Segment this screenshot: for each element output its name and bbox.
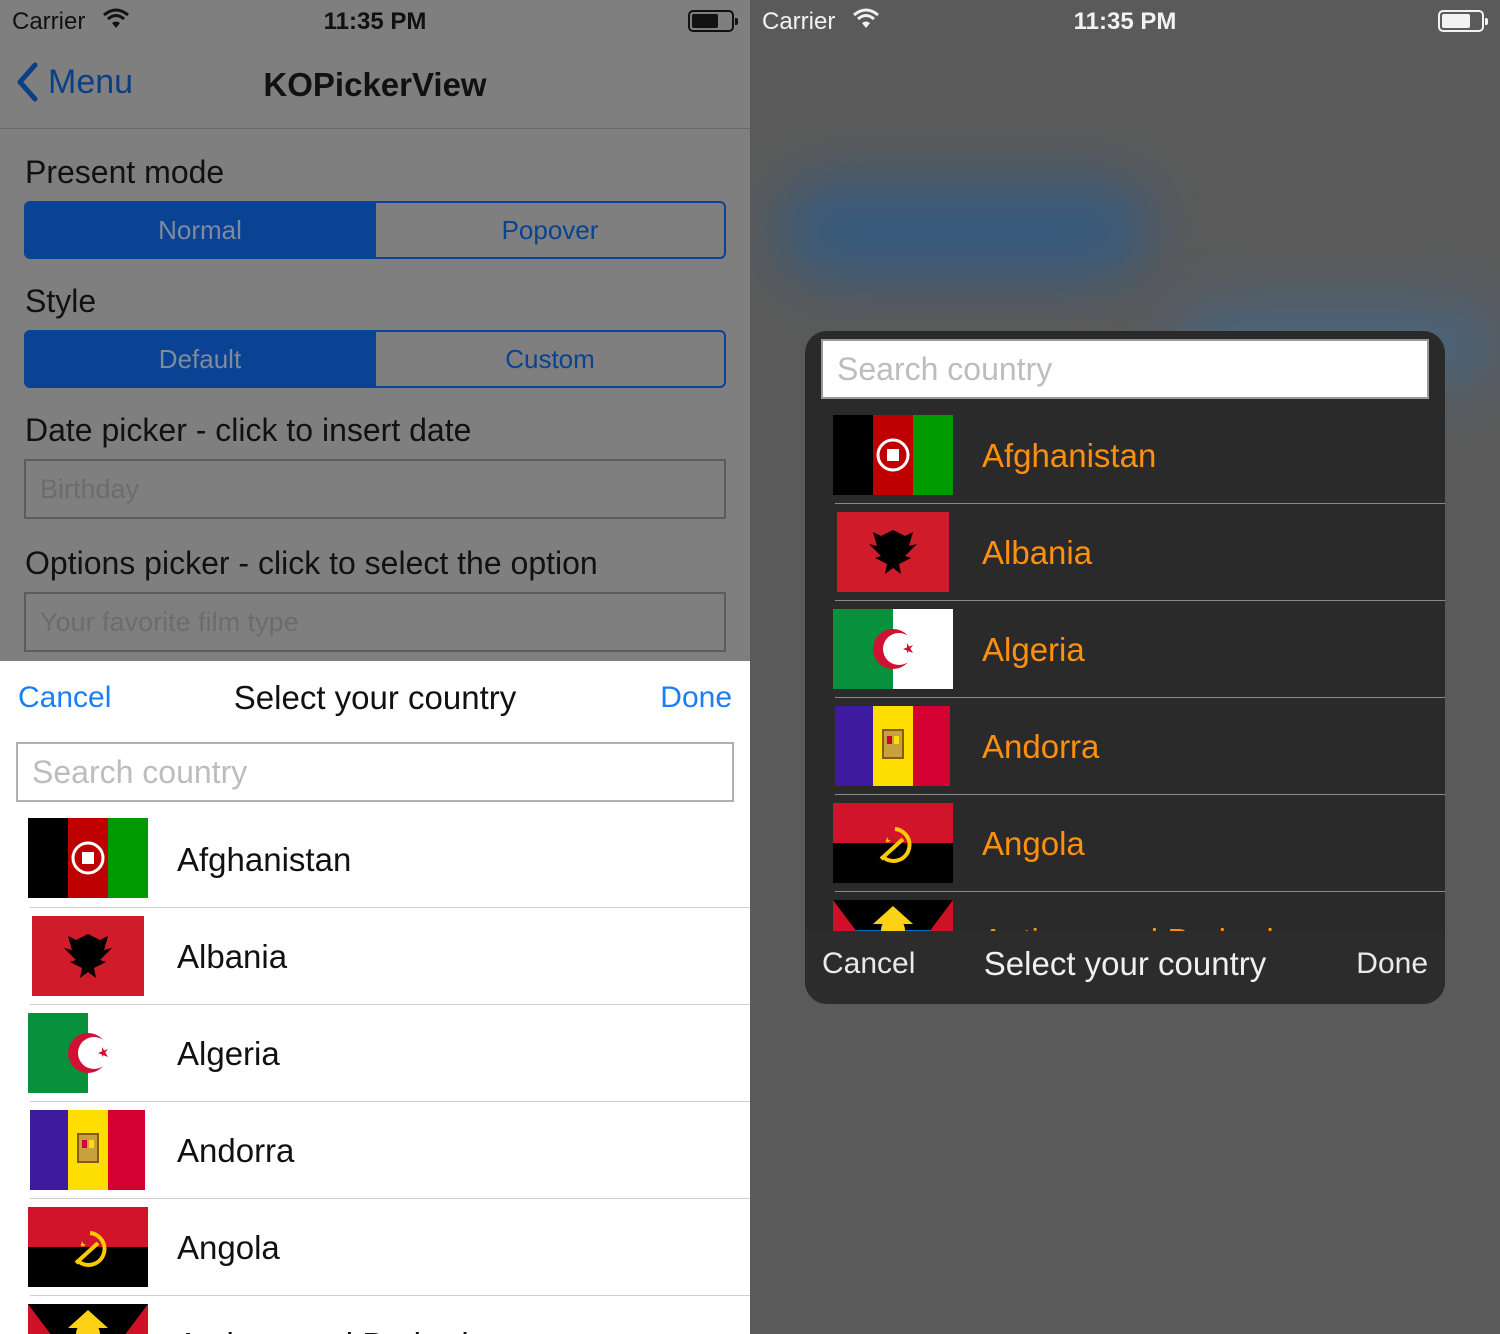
list-item[interactable]: Afghanistan [0, 811, 750, 908]
film-type-field[interactable]: Your favorite film type [24, 592, 726, 652]
angola-flag-icon [28, 1207, 148, 1287]
page-title: KOPickerView [263, 66, 487, 103]
country-name: Andorra [982, 727, 1100, 765]
status-bar: Carrier 11:35 PM [750, 0, 1500, 42]
country-name: Antigua and Barbuda [177, 1296, 487, 1334]
country-name: Angola [177, 1228, 280, 1266]
list-item[interactable]: Algeria [0, 1005, 750, 1102]
present-mode-label: Present mode [25, 154, 225, 190]
afghanistan-flag-icon [28, 818, 148, 898]
blurred-background [780, 180, 1150, 280]
albania-flag-icon [837, 512, 949, 592]
antigua-and-barbuda-flag-icon [28, 1304, 148, 1334]
list-item[interactable]: Andorra [0, 1102, 750, 1199]
country-name: Afghanistan [177, 840, 352, 878]
algeria-flag-icon [833, 609, 953, 689]
albania-flag-icon [32, 916, 144, 996]
birthday-field[interactable]: Birthday [24, 459, 726, 519]
country-name: Algeria [177, 1034, 280, 1072]
segment-custom[interactable]: Custom [374, 332, 724, 386]
done-button[interactable]: Done [1356, 947, 1428, 981]
date-picker-label: Date picker - click to insert date [25, 412, 472, 448]
afghanistan-flag-icon [833, 415, 953, 495]
country-name: Angola [982, 824, 1085, 862]
algeria-flag-icon [28, 1013, 148, 1093]
options-picker-label: Options picker - click to select the opt… [25, 545, 598, 581]
status-time: 11:35 PM [323, 8, 427, 35]
list-item[interactable]: Angola [0, 1199, 750, 1296]
country-list: Afghanistan Albania Algeria Andorra Ango… [805, 407, 1445, 931]
list-item[interactable]: Antigua and Barbuda [0, 1296, 750, 1334]
country-name: Afghanistan [982, 436, 1157, 474]
picker-title: Select your country [983, 945, 1267, 982]
battery-icon [688, 10, 738, 32]
list-item[interactable]: Andorra [805, 698, 1445, 795]
popover-toolbar: Cancel Select your country Done [805, 931, 1445, 1004]
country-name: Antigua and Barbuda [982, 892, 1292, 932]
list-item[interactable]: Algeria [805, 601, 1445, 698]
list-item[interactable]: Albania [0, 908, 750, 1005]
picker-title: Select your country [233, 679, 517, 716]
segment-popover[interactable]: Popover [374, 203, 724, 257]
status-time: 11:35 PM [1073, 8, 1177, 35]
list-item[interactable]: Afghanistan [805, 407, 1445, 504]
search-input[interactable]: Search country [16, 742, 734, 802]
country-name: Algeria [982, 630, 1085, 668]
style-segmented-control: Default Custom [24, 330, 726, 388]
style-label: Style [25, 283, 97, 319]
country-name: Albania [177, 937, 288, 975]
antigua-and-barbuda-flag-icon [833, 900, 953, 931]
andorra-flag-icon [835, 706, 950, 786]
search-input[interactable]: Search country [821, 339, 1429, 399]
segment-normal[interactable]: Normal [26, 203, 374, 257]
present-mode-segmented-control: Normal Popover [24, 201, 726, 259]
done-button[interactable]: Done [660, 681, 732, 715]
country-picker-popover: Search country Afghanistan Albania Alger… [805, 331, 1445, 1004]
segment-default[interactable]: Default [26, 332, 374, 386]
normal-mode-screen: Carrier 11:35 PM Menu KOPickerView Prese… [0, 0, 750, 1334]
status-bar: Carrier 11:35 PM [0, 0, 750, 42]
country-picker-sheet: Cancel Select your country Done Search c… [0, 661, 750, 1334]
list-item[interactable]: Albania [805, 504, 1445, 601]
list-item[interactable]: Antigua and Barbuda [805, 892, 1445, 931]
navigation-bar: Menu KOPickerView [0, 42, 750, 129]
angola-flag-icon [833, 803, 953, 883]
battery-icon [1438, 10, 1488, 32]
country-list: Afghanistan Albania Algeria Andorra Ango… [0, 811, 750, 1334]
andorra-flag-icon [30, 1110, 145, 1190]
country-name: Andorra [177, 1131, 295, 1169]
list-item[interactable]: Angola [805, 795, 1445, 892]
country-name: Albania [982, 533, 1093, 571]
